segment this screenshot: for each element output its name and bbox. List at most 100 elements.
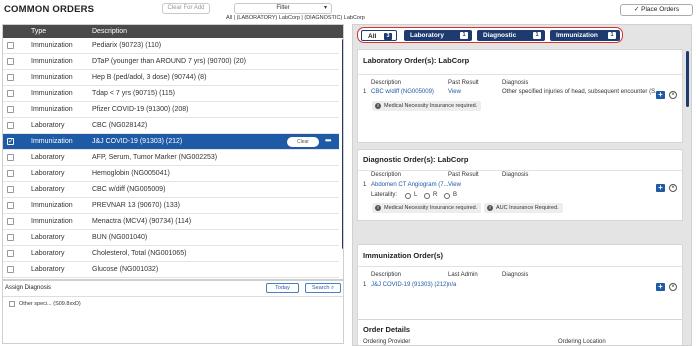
assign-diagnosis-panel: Assign Diagnosis Today Search ⌕ Other sp… bbox=[2, 280, 344, 344]
laboratory-orders-card: Laboratory Order(s): LabCorp Description… bbox=[357, 49, 683, 143]
tab-count-badge: 3 bbox=[384, 33, 392, 40]
tab-immunization[interactable]: Immunization 1 bbox=[550, 30, 620, 41]
row-description: Hep B (ped/adol, 3 dose) (90744) (8) bbox=[92, 74, 207, 81]
order-number: 1 bbox=[363, 89, 367, 95]
table-row[interactable]: Laboratory Hemoglobin (NG005041) bbox=[3, 166, 339, 182]
diagnostic-orders-card: Diagnostic Order(s): LabCorp Description… bbox=[357, 149, 683, 221]
table-row[interactable]: Immunization Menactra (MCV4) (90734) (114… bbox=[3, 214, 339, 230]
last-admin-value[interactable]: n/a bbox=[448, 282, 456, 288]
divider bbox=[358, 266, 682, 267]
row-checkbox[interactable] bbox=[7, 106, 14, 113]
row-checkbox[interactable] bbox=[7, 58, 14, 65]
order-description-link[interactable]: J&J COVID-19 (91303) (212) bbox=[371, 282, 448, 288]
table-row[interactable]: Immunization Pfizer COVID-19 (91300) (208… bbox=[3, 102, 339, 118]
laterality-radio-b[interactable] bbox=[444, 193, 450, 199]
row-description: Pediarix (90723) (110) bbox=[92, 42, 162, 49]
add-icon[interactable]: + bbox=[656, 184, 665, 192]
chevron-down-icon: ▾ bbox=[323, 5, 327, 11]
table-row-selected[interactable]: ✓ Immunization J&J COVID-19 (91303) (212… bbox=[3, 134, 339, 150]
add-icon[interactable]: + bbox=[656, 91, 665, 99]
row-checkbox[interactable] bbox=[7, 122, 14, 129]
more-options-icon[interactable]: ••• bbox=[325, 136, 331, 145]
common-orders-table: Type Description Immunization Pediarix (9… bbox=[2, 24, 344, 280]
tab-label: Diagnostic bbox=[483, 32, 517, 39]
row-type: Immunization bbox=[31, 74, 73, 81]
diagnosis-option-label: Other speci... (S09.8xxD) bbox=[19, 301, 81, 307]
diagnosis-option-checkbox[interactable] bbox=[9, 301, 15, 307]
column-header-description: Description bbox=[371, 272, 402, 278]
row-description: J&J COVID-19 (91303) (212) bbox=[92, 138, 183, 145]
order-details-title: Order Details bbox=[363, 325, 411, 334]
laterality-radio-r[interactable] bbox=[424, 193, 430, 199]
laterality-option-r: R bbox=[433, 192, 438, 198]
row-clear-button[interactable]: Clear bbox=[287, 137, 319, 147]
table-row[interactable]: Laboratory BUN (NG001040) bbox=[3, 230, 339, 246]
table-row[interactable]: Laboratory CBC w/diff (NG005009) bbox=[3, 182, 339, 198]
row-type: Laboratory bbox=[31, 250, 65, 257]
column-header-diagnosis: Diagnosis bbox=[502, 272, 529, 278]
order-description-link[interactable]: CBC w/diff (NG005009) bbox=[371, 89, 434, 95]
table-row[interactable]: Immunization Tdap < 7 yrs (90715) (115) bbox=[3, 86, 339, 102]
close-icon[interactable]: × bbox=[669, 283, 677, 291]
row-description: Cholesterol, Total (NG001065) bbox=[92, 250, 187, 257]
past-result-view-link[interactable]: View bbox=[448, 182, 461, 188]
row-checkbox[interactable] bbox=[7, 266, 14, 273]
row-checkbox[interactable] bbox=[7, 218, 14, 225]
insurance-note-text: Medical Necessity Insurance required. bbox=[384, 103, 478, 109]
row-description: CBC (NG028142) bbox=[92, 122, 148, 129]
panel-scrollbar[interactable] bbox=[686, 51, 689, 107]
row-type: Laboratory bbox=[31, 234, 65, 241]
table-row[interactable]: Laboratory CBC (NG028142) bbox=[3, 118, 339, 134]
table-scrollbar[interactable] bbox=[342, 39, 343, 249]
laboratory-orders-title: Laboratory Order(s): LabCorp bbox=[363, 56, 470, 65]
row-checkbox[interactable] bbox=[7, 202, 14, 209]
row-type: Laboratory bbox=[31, 122, 65, 129]
row-checkbox[interactable] bbox=[7, 250, 14, 257]
row-checkbox[interactable] bbox=[7, 154, 14, 161]
table-row[interactable]: Laboratory Glucose (NG001032) bbox=[3, 262, 339, 278]
close-icon[interactable]: × bbox=[669, 91, 677, 99]
filter-dropdown[interactable]: Filter ▾ bbox=[234, 3, 332, 14]
close-icon[interactable]: × bbox=[669, 184, 677, 192]
tab-diagnostic[interactable]: Diagnostic 1 bbox=[477, 30, 545, 41]
order-type-tabs: All 3 Laboratory 1 Diagnostic 1 Immunizatio… bbox=[357, 27, 623, 43]
add-icon[interactable]: + bbox=[656, 283, 665, 291]
row-checkbox[interactable] bbox=[7, 42, 14, 49]
table-row[interactable]: Immunization Pediarix (90723) (110) bbox=[3, 38, 339, 54]
table-row[interactable]: Immunization DTaP (younger than AROUND 7 … bbox=[3, 54, 339, 70]
row-type: Immunization bbox=[31, 106, 73, 113]
row-description: Menactra (MCV4) (90734) (114) bbox=[92, 218, 192, 225]
row-checkbox[interactable] bbox=[7, 234, 14, 241]
table-row[interactable]: Laboratory AFP, Serum, Tumor Marker (NG00… bbox=[3, 150, 339, 166]
column-header-last-admin: Last Admin bbox=[448, 272, 478, 278]
tab-count-badge: 1 bbox=[460, 32, 468, 39]
column-header-description[interactable]: Description bbox=[92, 28, 127, 35]
row-checkbox[interactable] bbox=[7, 74, 14, 81]
search-icon: ⌕ bbox=[330, 285, 335, 291]
past-result-view-link[interactable]: View bbox=[448, 89, 461, 95]
row-type: Immunization bbox=[31, 42, 73, 49]
divider bbox=[358, 74, 682, 75]
table-row[interactable]: Immunization PREVNAR 13 (90670) (133) bbox=[3, 198, 339, 214]
column-header-past-result: Past Result bbox=[448, 172, 479, 178]
clear-for-add-button[interactable]: Clear For Add bbox=[162, 3, 210, 14]
table-row[interactable]: Immunization Hep B (ped/adol, 3 dose) (90… bbox=[3, 70, 339, 86]
order-description-link[interactable]: Abdomen CT Angiogram (7... bbox=[371, 182, 449, 188]
table-row[interactable]: Laboratory Cholesterol, Total (NG001065) bbox=[3, 246, 339, 262]
search-button[interactable]: Search ⌕ bbox=[305, 283, 341, 293]
place-orders-button[interactable]: ✓ Place Orders bbox=[620, 4, 693, 16]
row-type: Immunization bbox=[31, 138, 73, 145]
row-checkbox[interactable] bbox=[7, 90, 14, 97]
tab-laboratory[interactable]: Laboratory 1 bbox=[404, 30, 472, 41]
column-header-type[interactable]: Type bbox=[31, 28, 46, 35]
laterality-radio-l[interactable] bbox=[405, 193, 411, 199]
row-type: Laboratory bbox=[31, 154, 65, 161]
row-description: PREVNAR 13 (90670) (133) bbox=[92, 202, 180, 209]
tab-all[interactable]: All 3 bbox=[361, 30, 397, 41]
row-type: Immunization bbox=[31, 202, 73, 209]
today-button[interactable]: Today bbox=[266, 283, 299, 293]
row-checkbox[interactable] bbox=[7, 186, 14, 193]
row-checkbox[interactable] bbox=[7, 170, 14, 177]
row-checkbox-checked[interactable]: ✓ bbox=[7, 138, 14, 145]
tab-label: Immunization bbox=[556, 32, 598, 39]
